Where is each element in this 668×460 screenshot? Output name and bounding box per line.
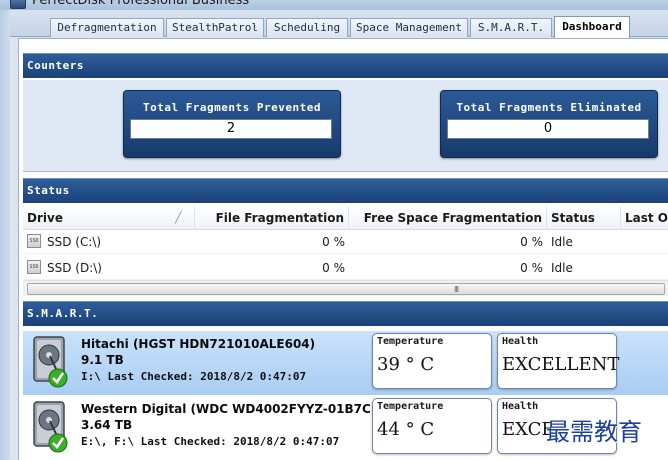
column-drive-label: Drive	[27, 211, 63, 225]
tab-space-management[interactable]: Space Management	[350, 18, 468, 37]
drive-last-checked: E:\, F:\ Last Checked: 2018/8/2 0:47:07	[81, 435, 340, 448]
drive-cell: SSD (D:\)	[47, 261, 102, 275]
status-cell: Idle	[551, 235, 573, 249]
counters-panel: Total Fragments Prevented 2 Total Fragme…	[23, 80, 668, 172]
scrollbar-thumb[interactable]: III	[27, 283, 665, 295]
file-fragmentation-cell: 0 %	[322, 261, 345, 275]
health-label: Health	[502, 401, 539, 412]
free-space-fragmentation-cell: 0 %	[520, 235, 543, 249]
status-title: Status	[27, 184, 70, 197]
tab-dashboard[interactable]: Dashboard	[554, 16, 630, 38]
fragments-prevented-value: 2	[130, 119, 332, 139]
health-label: Health	[502, 336, 539, 347]
status-grid: Drive ╱ File Fragmentation Free Space Fr…	[23, 206, 668, 300]
scrollbar-grip-icon: III	[454, 285, 459, 294]
app-icon	[10, 0, 26, 9]
smart-header: S.M.A.R.T.	[23, 301, 668, 326]
column-header-drive[interactable]: Drive ╱	[23, 206, 195, 230]
tab-scheduling[interactable]: Scheduling	[266, 18, 348, 37]
fragments-eliminated-label: Total Fragments Eliminated	[456, 101, 642, 114]
tab-smart[interactable]: S.M.A.R.T.	[470, 18, 552, 37]
window-title: PerfectDisk Professional Business	[32, 0, 250, 8]
hard-drive-icon	[33, 336, 68, 388]
table-row[interactable]: SSD SSD (D:\) 0 % 0 % Idle	[23, 256, 668, 280]
status-cell: Idle	[551, 261, 573, 275]
dashboard-content: Counters Total Fragments Prevented 2 Tot…	[18, 38, 668, 460]
temperature-box: Temperature 39 ° C	[372, 333, 492, 389]
temperature-value: 39 ° C	[377, 354, 435, 375]
smart-drive-row[interactable]: Hitachi (HGST HDN721010ALE604) 9.1 TB I:…	[23, 331, 668, 395]
sort-arrow-icon: ╱	[175, 211, 182, 224]
temperature-label: Temperature	[377, 401, 444, 412]
tab-defragmentation[interactable]: Defragmentation	[50, 18, 164, 37]
hard-drive-icon	[33, 401, 68, 453]
column-header-status[interactable]: Status	[547, 206, 621, 230]
fragments-prevented-label: Total Fragments Prevented	[142, 101, 322, 114]
drive-cell: SSD (C:\)	[47, 235, 102, 249]
tab-stealthpatrol[interactable]: StealthPatrol	[166, 18, 264, 37]
file-fragmentation-cell: 0 %	[322, 235, 345, 249]
temperature-label: Temperature	[377, 336, 444, 347]
title-bar: PerfectDisk Professional Business	[0, 0, 668, 10]
free-space-fragmentation-cell: 0 %	[520, 261, 543, 275]
drive-name: Western Digital (WDC WD4002FYYZ-01B7CB0)	[81, 402, 394, 416]
smart-title: S.M.A.R.T.	[27, 307, 99, 320]
temperature-value: 44 ° C	[377, 419, 435, 440]
health-value: EXCELLENT	[502, 354, 620, 375]
window-frame-left	[0, 10, 10, 460]
watermark: 最需教育	[546, 418, 642, 446]
drive-last-checked: I:\ Last Checked: 2018/8/2 0:47:07	[81, 370, 307, 383]
temperature-box: Temperature 44 ° C	[372, 398, 492, 454]
column-header-file-fragmentation[interactable]: File Fragmentation	[195, 206, 349, 230]
fragments-eliminated-value: 0	[447, 119, 649, 139]
status-header: Status	[23, 178, 668, 203]
fragments-prevented-card: Total Fragments Prevented 2	[123, 90, 341, 158]
table-row[interactable]: SSD SSD (C:\) 0 % 0 % Idle	[23, 230, 668, 254]
ssd-icon: SSD	[27, 234, 41, 248]
drive-size: 9.1 TB	[81, 353, 124, 367]
column-header-last-op[interactable]: Last Op	[621, 206, 668, 230]
drive-name: Hitachi (HGST HDN721010ALE604)	[81, 337, 316, 351]
ssd-icon: SSD	[27, 260, 41, 274]
horizontal-scrollbar[interactable]: III	[23, 280, 668, 296]
health-box: Health EXCELLENT	[497, 333, 620, 389]
counters-title: Counters	[27, 59, 84, 72]
column-header-free-space-fragmentation[interactable]: Free Space Fragmentation	[349, 206, 547, 230]
tab-strip: Defragmentation StealthPatrol Scheduling…	[10, 10, 668, 38]
counters-header: Counters	[23, 53, 668, 78]
fragments-eliminated-card: Total Fragments Eliminated 0	[440, 90, 658, 158]
drive-size: 3.64 TB	[81, 418, 133, 432]
